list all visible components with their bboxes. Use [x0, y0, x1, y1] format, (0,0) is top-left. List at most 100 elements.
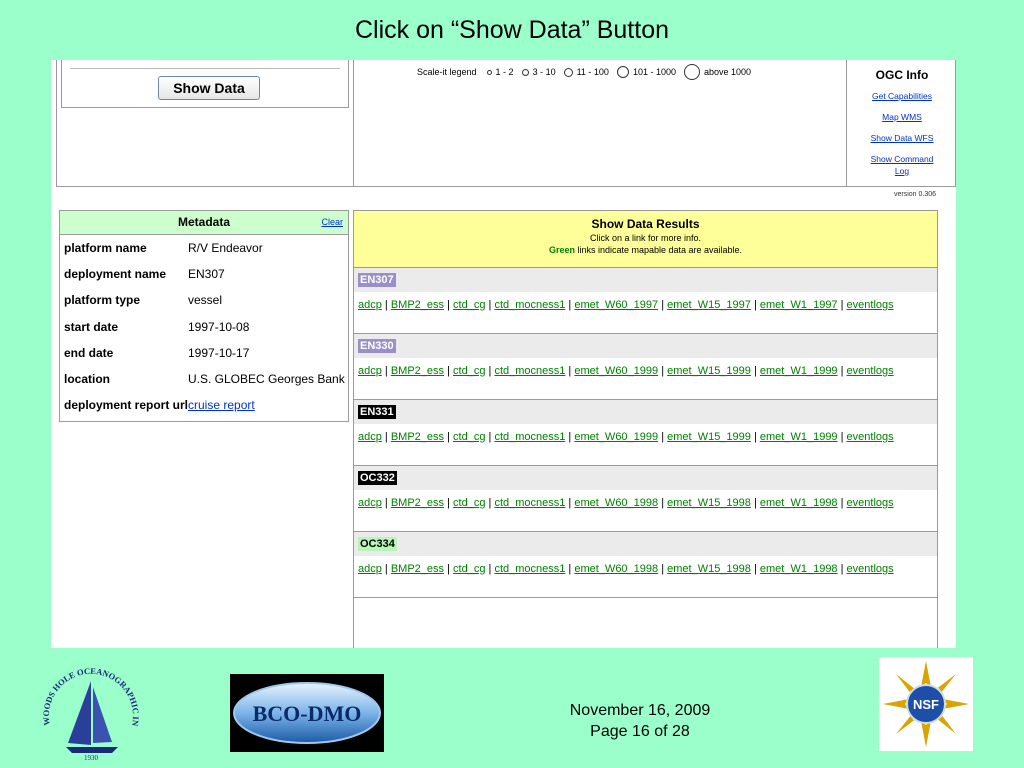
link-separator: |: [444, 299, 454, 311]
dataset-links: adcp | BMP2_ess | ctd_cg | ctd_mocness1 …: [354, 292, 937, 333]
dataset-link[interactable]: ctd_cg: [453, 431, 485, 443]
cruise-report-link[interactable]: cruise report: [188, 398, 348, 412]
dataset-link[interactable]: emet_W15_1997: [667, 299, 751, 311]
dataset-link[interactable]: adcp: [358, 431, 382, 443]
dataset-link[interactable]: emet_W15_1998: [667, 497, 751, 509]
dataset-link[interactable]: ctd_mocness1: [494, 563, 565, 575]
dataset-link[interactable]: ctd_cg: [453, 497, 485, 509]
dataset-link[interactable]: ctd_mocness1: [494, 299, 565, 311]
link-separator: |: [658, 299, 668, 311]
dataset-link[interactable]: adcp: [358, 299, 382, 311]
link-separator: |: [750, 365, 760, 377]
cruise-id-badge[interactable]: EN331: [358, 405, 396, 419]
cruise-header: OC332: [354, 466, 937, 490]
link-separator: |: [658, 365, 668, 377]
link-separator: |: [381, 563, 391, 575]
dataset-link[interactable]: emet_W1_1997: [760, 299, 838, 311]
bco-dmo-logo: BCO-DMO: [230, 674, 384, 752]
dataset-link[interactable]: eventlogs: [847, 431, 894, 443]
dataset-link[interactable]: ctd_mocness1: [494, 431, 565, 443]
metadata-panel: Metadata Clear platform name R/V Endeavor…: [59, 210, 349, 422]
metadata-key: platform type: [64, 293, 141, 308]
dataset-link[interactable]: ctd_cg: [453, 365, 485, 377]
slide-date: November 16, 2009: [569, 702, 711, 719]
dataset-link[interactable]: BMP2_ess: [391, 365, 444, 377]
dataset-link[interactable]: eventlogs: [847, 497, 894, 509]
slide-page-number: Page 16 of 28: [590, 723, 690, 740]
show-command-log-link[interactable]: Show Command Log: [865, 153, 939, 177]
scale-item: 11 - 100: [576, 67, 609, 77]
dataset-link[interactable]: BMP2_ess: [391, 299, 444, 311]
link-separator: |: [565, 365, 575, 377]
metadata-value: R/V Endeavor: [188, 241, 263, 256]
get-capabilities-link[interactable]: Get Capabilities: [847, 90, 956, 102]
map-wms-link[interactable]: Map WMS: [847, 111, 956, 123]
dataset-link[interactable]: ctd_cg: [453, 299, 485, 311]
dataset-link[interactable]: emet_W60_1998: [574, 497, 658, 509]
dataset-link[interactable]: ctd_mocness1: [494, 497, 565, 509]
cruise-id-badge[interactable]: OC332: [358, 471, 397, 485]
dataset-link[interactable]: BMP2_ess: [391, 431, 444, 443]
link-separator: |: [565, 431, 575, 443]
dataset-link[interactable]: emet_W15_1999: [667, 365, 751, 377]
nsf-logo: NSF: [879, 657, 973, 751]
clear-link[interactable]: Clear: [321, 211, 343, 234]
dataset-links: adcp | BMP2_ess | ctd_cg | ctd_mocness1 …: [354, 490, 937, 531]
cruise-header: EN307: [354, 268, 937, 292]
metadata-rows: platform name R/V Endeavor deployment name…: [60, 235, 348, 418]
metadata-key: deployment report url: [64, 398, 189, 413]
dataset-link[interactable]: eventlogs: [847, 365, 894, 377]
cruise-id-badge[interactable]: EN330: [358, 339, 396, 353]
metadata-value: 1997-10-17: [188, 345, 250, 360]
cruise-id-badge[interactable]: OC334: [358, 537, 397, 551]
circle-xs-icon: [486, 69, 492, 75]
dataset-link[interactable]: adcp: [358, 563, 382, 575]
dataset-link[interactable]: adcp: [358, 497, 382, 509]
link-separator: |: [750, 497, 760, 509]
dataset-link[interactable]: emet_W1_1999: [760, 365, 838, 377]
cruise-block: EN331 adcp | BMP2_ess | ctd_cg | ctd_mocn…: [354, 400, 937, 466]
metadata-row: start date 1997-10-08: [60, 314, 348, 340]
dataset-link[interactable]: emet_W15_1998: [667, 563, 751, 575]
link-separator: |: [381, 365, 391, 377]
slide-title: Click on “Show Data” Button: [354, 16, 670, 44]
dataset-link[interactable]: emet_W1_1998: [760, 497, 838, 509]
link-separator: |: [444, 431, 454, 443]
dataset-link[interactable]: BMP2_ess: [391, 497, 444, 509]
dataset-link[interactable]: emet_W1_1998: [760, 563, 838, 575]
dataset-link[interactable]: emet_W60_1997: [574, 299, 658, 311]
results-panel: Show Data Results Click on a link for mo…: [353, 210, 938, 648]
cruise-list: EN307 adcp | BMP2_ess | ctd_cg | ctd_mocn…: [354, 268, 937, 598]
metadata-key: platform name: [64, 241, 147, 256]
metadata-row: platform type vessel: [60, 287, 348, 313]
dataset-link[interactable]: emet_W60_1999: [574, 431, 658, 443]
metadata-row: deployment name EN307: [60, 261, 348, 287]
dataset-link[interactable]: eventlogs: [847, 299, 894, 311]
link-separator: |: [565, 299, 575, 311]
dataset-link[interactable]: BMP2_ess: [391, 563, 444, 575]
show-data-button[interactable]: Show Data: [158, 76, 260, 100]
link-separator: |: [750, 563, 760, 575]
dataset-link[interactable]: emet_W60_1998: [574, 563, 658, 575]
dataset-link[interactable]: emet_W60_1999: [574, 365, 658, 377]
nsf-logo-text: NSF: [913, 697, 939, 712]
scale-legend: Scale-it legend 1 - 2 3 - 10 11 - 100 10…: [417, 64, 751, 80]
dataset-link[interactable]: emet_W1_1999: [760, 431, 838, 443]
link-separator: |: [837, 431, 847, 443]
link-separator: |: [444, 365, 454, 377]
link-separator: |: [565, 497, 575, 509]
dataset-link[interactable]: emet_W15_1999: [667, 431, 751, 443]
link-separator: |: [381, 497, 391, 509]
dataset-link[interactable]: eventlogs: [847, 563, 894, 575]
cruise-block: OC334 adcp | BMP2_ess | ctd_cg | ctd_mocn…: [354, 532, 937, 598]
dataset-link[interactable]: ctd_cg: [453, 563, 485, 575]
link-separator: |: [658, 497, 668, 509]
metadata-value: vessel: [188, 293, 223, 308]
dataset-link[interactable]: ctd_mocness1: [494, 365, 565, 377]
link-separator: |: [658, 431, 668, 443]
dataset-link[interactable]: adcp: [358, 365, 382, 377]
show-data-wfs-link[interactable]: Show Data WFS: [847, 132, 956, 144]
cruise-id-badge[interactable]: EN307: [358, 273, 396, 287]
cruise-block: EN307 adcp | BMP2_ess | ctd_cg | ctd_mocn…: [354, 268, 937, 334]
metadata-key: location: [64, 372, 111, 387]
